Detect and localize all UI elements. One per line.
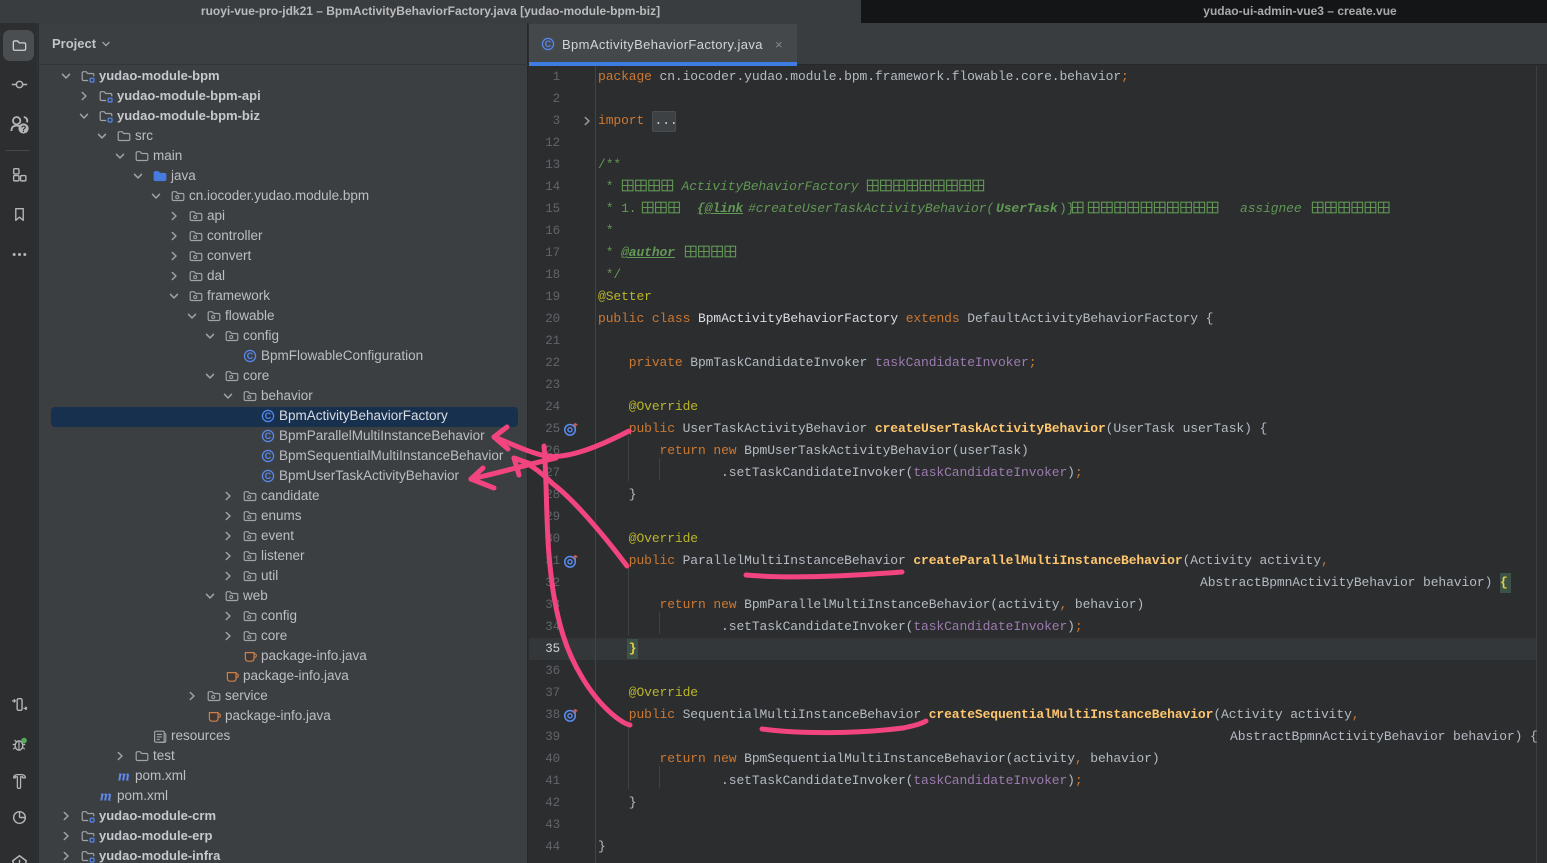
svg-text:?: ? xyxy=(20,123,25,133)
svg-text:C: C xyxy=(545,39,552,49)
svg-text:C: C xyxy=(265,471,272,481)
svg-text:C: C xyxy=(265,451,272,461)
svg-text:C: C xyxy=(265,411,272,421)
svg-text:m: m xyxy=(100,789,112,805)
svg-text:C: C xyxy=(247,351,254,361)
svg-text:C: C xyxy=(265,431,272,441)
svg-text:m: m xyxy=(118,769,130,785)
